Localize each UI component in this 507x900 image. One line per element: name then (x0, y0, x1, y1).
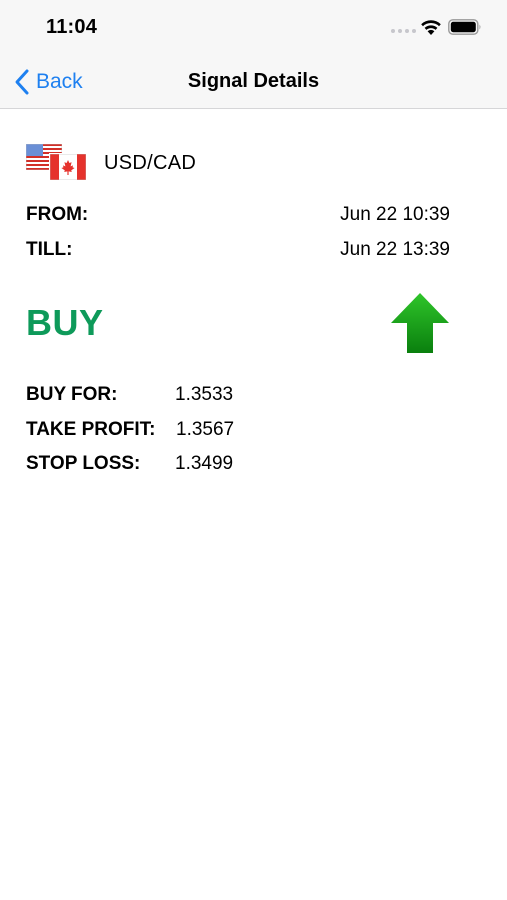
navigation-bar: Back Signal Details (0, 56, 507, 109)
currency-pair-label: USD/CAD (104, 151, 197, 174)
wifi-icon (421, 20, 441, 35)
battery-icon (448, 19, 481, 35)
from-label: FROM: (26, 204, 89, 225)
status-bar: 11:04 (0, 0, 507, 56)
canada-flag-icon (50, 154, 86, 180)
till-row: TILL: Jun 22 13:39 (26, 239, 450, 261)
buy-for-value: 1.3533 (175, 384, 234, 405)
stop-loss-row: STOP LOSS: 1.3499 (26, 453, 233, 475)
take-profit-row: TAKE PROFIT: 1.3567 (26, 419, 234, 441)
currency-flags (26, 144, 88, 182)
till-value: Jun 22 13:39 (340, 239, 450, 260)
buy-for-row: BUY FOR: 1.3533 (26, 384, 233, 406)
buy-for-label: BUY FOR: (26, 384, 118, 405)
take-profit-value: 1.3567 (176, 419, 235, 440)
currency-pair-row: USD/CAD (26, 144, 196, 182)
stop-loss-label: STOP LOSS: (26, 453, 141, 474)
from-row: FROM: Jun 22 10:39 (26, 204, 450, 226)
from-value: Jun 22 10:39 (340, 204, 450, 225)
status-time: 11:04 (46, 16, 98, 38)
stop-loss-value: 1.3499 (175, 453, 234, 474)
page-title: Signal Details (187, 70, 320, 92)
till-label: TILL: (26, 239, 73, 260)
up-arrow-icon (391, 293, 449, 353)
take-profit-label: TAKE PROFIT: (26, 419, 156, 440)
signal-direction: BUY (26, 302, 104, 343)
signal-dots-icon (391, 29, 416, 33)
